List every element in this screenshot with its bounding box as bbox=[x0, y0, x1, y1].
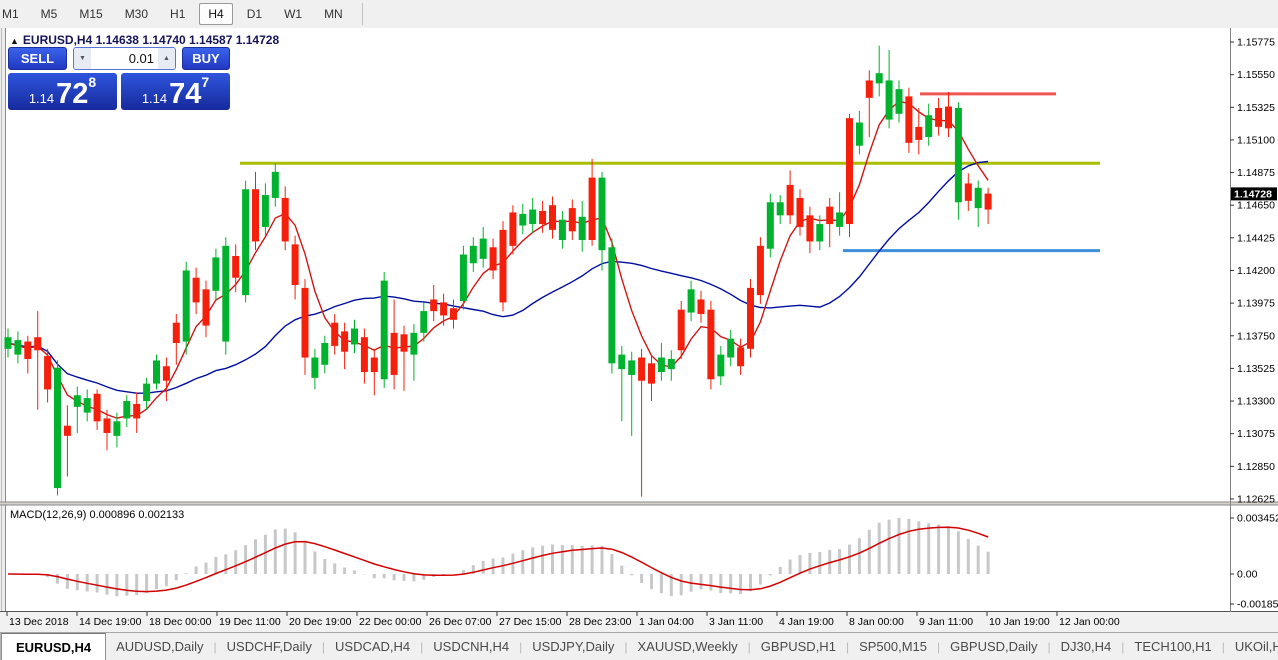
chart-window: MACD(12,26,9) 0.000896 0.002133 1.15775 1.… bbox=[0, 28, 1278, 632]
svg-text:3 Jan 11:00: 3 Jan 11:00 bbox=[709, 616, 763, 628]
buy-price-main: 74 bbox=[169, 80, 201, 109]
svg-text:1.14200: 1.14200 bbox=[1237, 265, 1275, 277]
timeframe-button-m15[interactable]: M15 bbox=[71, 4, 110, 24]
svg-text:10 Jan 19:00: 10 Jan 19:00 bbox=[989, 616, 1050, 628]
svg-text:27 Dec 15:00: 27 Dec 15:00 bbox=[499, 616, 562, 628]
svg-text:1.12850: 1.12850 bbox=[1237, 461, 1275, 473]
svg-text:13 Dec 2018: 13 Dec 2018 bbox=[9, 616, 69, 628]
svg-text:1.14875: 1.14875 bbox=[1237, 167, 1275, 179]
sell-price-pip: 8 bbox=[88, 74, 96, 90]
one-click-trade-panel: SELL ▼ ▲ BUY 1.14 72 8 1.14 74 7 bbox=[8, 47, 230, 110]
chart-canvas[interactable]: MACD(12,26,9) 0.000896 0.002133 1.15775 1.… bbox=[0, 28, 1278, 632]
tab-usdchf-daily[interactable]: USDCHF,Daily bbox=[217, 633, 322, 660]
timeframe-button-m1[interactable]: M1 bbox=[0, 4, 27, 24]
svg-text:1.15775: 1.15775 bbox=[1237, 37, 1275, 49]
svg-text:1.14650: 1.14650 bbox=[1237, 200, 1275, 212]
svg-text:12 Jan 00:00: 12 Jan 00:00 bbox=[1059, 616, 1120, 628]
tab-eurusd-h4[interactable]: EURUSD,H4 bbox=[1, 633, 106, 660]
svg-text:9 Jan 11:00: 9 Jan 11:00 bbox=[919, 616, 973, 628]
macd-label: MACD(12,26,9) 0.000896 0.002133 bbox=[10, 509, 184, 521]
svg-text:0.003452: 0.003452 bbox=[1237, 513, 1278, 525]
volume-input[interactable] bbox=[91, 48, 158, 69]
volume-increase-button[interactable]: ▲ bbox=[158, 48, 175, 69]
timeframe-button-mn[interactable]: MN bbox=[316, 4, 351, 24]
tab-sp500-m15[interactable]: SP500,M15 bbox=[849, 633, 937, 660]
buy-price-base: 1.14 bbox=[142, 91, 167, 106]
svg-text:1.13750: 1.13750 bbox=[1237, 330, 1275, 342]
svg-text:28 Dec 23:00: 28 Dec 23:00 bbox=[569, 616, 632, 628]
sell-price-base: 1.14 bbox=[29, 91, 54, 106]
sell-price-panel[interactable]: 1.14 72 8 bbox=[8, 73, 117, 110]
mt4-terminal: { "toolbar": { "timeframes": ["M1","M5",… bbox=[0, 0, 1278, 659]
tab-usdcad-h4[interactable]: USDCAD,H4 bbox=[325, 633, 420, 660]
svg-text:8 Jan 00:00: 8 Jan 00:00 bbox=[849, 616, 904, 628]
svg-text:0.00: 0.00 bbox=[1237, 569, 1258, 581]
sell-price-main: 72 bbox=[56, 80, 88, 109]
buy-button[interactable]: BUY bbox=[182, 47, 230, 70]
tab-audusd-daily[interactable]: AUDUSD,Daily bbox=[106, 633, 213, 660]
svg-text:1.13975: 1.13975 bbox=[1237, 298, 1275, 310]
tab-usdjpy-daily[interactable]: USDJPY,Daily bbox=[522, 633, 624, 660]
svg-text:-0.001851: -0.001851 bbox=[1237, 599, 1278, 611]
svg-text:1.15100: 1.15100 bbox=[1237, 134, 1275, 146]
svg-text:22 Dec 00:00: 22 Dec 00:00 bbox=[359, 616, 422, 628]
svg-text:18 Dec 00:00: 18 Dec 00:00 bbox=[149, 616, 212, 628]
svg-text:1.14728: 1.14728 bbox=[1234, 188, 1272, 200]
timeframe-toolbar: M1 M5M15 M30 H1 H4 D1 W1 MN bbox=[0, 0, 1278, 29]
toolbar-separator bbox=[362, 3, 363, 25]
svg-text:1.13300: 1.13300 bbox=[1237, 396, 1275, 408]
svg-text:1 Jan 04:00: 1 Jan 04:00 bbox=[639, 616, 694, 628]
buy-price-panel[interactable]: 1.14 74 7 bbox=[121, 73, 230, 110]
timeframe-button-d1[interactable]: D1 bbox=[239, 4, 270, 24]
sell-button[interactable]: SELL bbox=[8, 47, 67, 70]
volume-decrease-button[interactable]: ▼ bbox=[74, 48, 91, 69]
tab-xauusd-weekly[interactable]: XAUUSD,Weekly bbox=[627, 633, 747, 660]
svg-text:1.15550: 1.15550 bbox=[1237, 69, 1275, 81]
tab-gbpusd-daily[interactable]: GBPUSD,Daily bbox=[940, 633, 1047, 660]
tab-gbpusd-h1[interactable]: GBPUSD,H1 bbox=[751, 633, 846, 660]
symbol-tab-bar: EURUSD,H4AUDUSD,Daily|USDCHF,Daily|USDCA… bbox=[0, 632, 1278, 660]
timeframe-button-m5[interactable]: M5 bbox=[33, 4, 66, 24]
svg-text:20 Dec 19:00: 20 Dec 19:00 bbox=[289, 616, 352, 628]
timeframe-button-w1[interactable]: W1 bbox=[276, 4, 310, 24]
svg-text:19 Dec 11:00: 19 Dec 11:00 bbox=[219, 616, 281, 628]
tab-ukoil-h1[interactable]: UKOil,H1 bbox=[1225, 633, 1278, 660]
svg-text:1.13525: 1.13525 bbox=[1237, 363, 1275, 375]
svg-text:1.14425: 1.14425 bbox=[1237, 232, 1275, 244]
timeframe-button-h4[interactable]: H4 bbox=[199, 3, 232, 25]
svg-text:26 Dec 07:00: 26 Dec 07:00 bbox=[429, 616, 492, 628]
tab-dj30-h4[interactable]: DJ30,H4 bbox=[1051, 633, 1122, 660]
collapse-triangle-icon[interactable]: ▲ bbox=[10, 36, 19, 46]
tab-tech100-h1[interactable]: TECH100,H1 bbox=[1124, 633, 1221, 660]
svg-text:1.12625: 1.12625 bbox=[1237, 493, 1275, 505]
svg-text:14 Dec 19:00: 14 Dec 19:00 bbox=[79, 616, 142, 628]
timeframe-button-m30[interactable]: M30 bbox=[117, 4, 156, 24]
chart-title-text: EURUSD,H4 1.14638 1.14740 1.14587 1.1472… bbox=[23, 33, 279, 47]
volume-stepper: ▼ ▲ bbox=[73, 47, 176, 70]
tab-usdcnh-h4[interactable]: USDCNH,H4 bbox=[423, 633, 519, 660]
buy-price-pip: 7 bbox=[201, 74, 209, 90]
svg-text:1.15325: 1.15325 bbox=[1237, 102, 1275, 114]
svg-text:4 Jan 19:00: 4 Jan 19:00 bbox=[779, 616, 834, 628]
chart-title: ▲ EURUSD,H4 1.14638 1.14740 1.14587 1.147… bbox=[10, 33, 279, 47]
timeframe-button-h1[interactable]: H1 bbox=[162, 4, 193, 24]
svg-text:1.13075: 1.13075 bbox=[1237, 428, 1275, 440]
